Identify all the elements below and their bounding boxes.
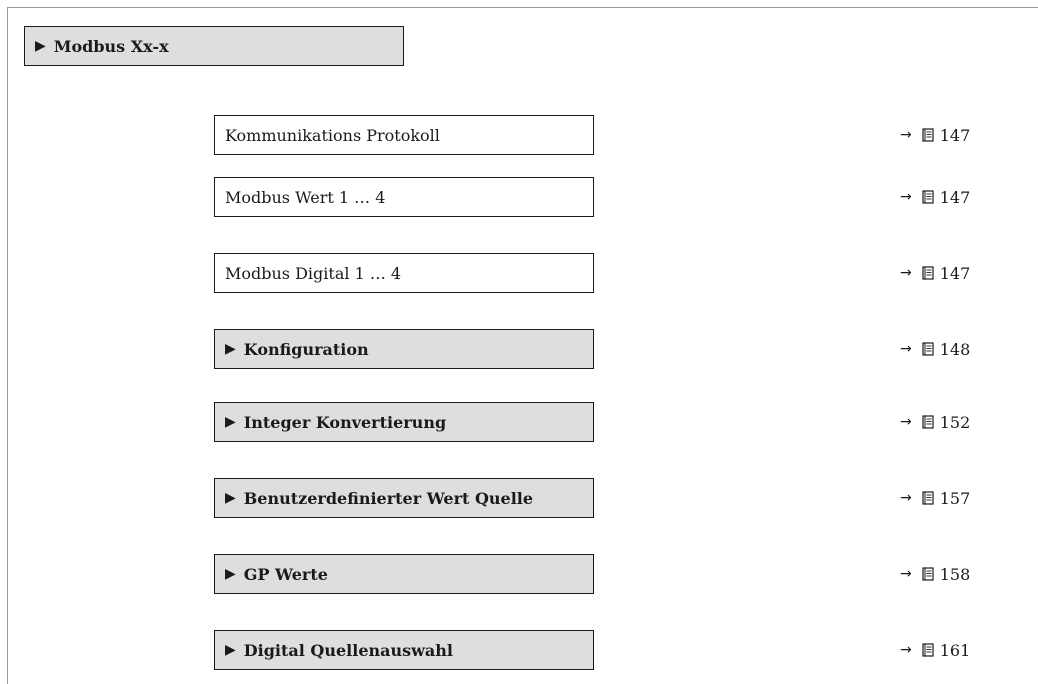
page-number: 148 (939, 339, 971, 359)
page-reference[interactable]: → 147 (900, 253, 970, 293)
page-reference[interactable]: → 158 (900, 554, 970, 594)
submenu-label: Digital Quellenauswahl (243, 640, 453, 660)
param-label: Kommunikations Protokoll (225, 125, 440, 145)
submenu-label: Konfiguration (243, 339, 369, 359)
triangle-right-icon: ▶ (225, 490, 236, 506)
submenu-benutzerdefinierter-wert-quelle[interactable]: ▶ Benutzerdefinierter Wert Quelle (214, 478, 594, 518)
page-reference[interactable]: → 152 (900, 402, 970, 442)
page-number: 161 (939, 640, 971, 660)
frame-left-border (7, 7, 8, 684)
submenu-label: GP Werte (243, 564, 328, 584)
arrow-right-icon: → (900, 414, 912, 430)
book-icon (922, 567, 934, 581)
book-icon (922, 266, 934, 280)
param-modbus-digital[interactable]: Modbus Digital 1 … 4 (214, 253, 594, 293)
frame-top-border (7, 7, 1038, 8)
triangle-right-icon: ▶ (225, 341, 236, 357)
menu-root-modbus[interactable]: ▶ Modbus Xx-x (24, 26, 404, 66)
submenu-label: Integer Konvertierung (243, 412, 447, 432)
arrow-right-icon: → (900, 127, 912, 143)
submenu-label: Benutzerdefinierter Wert Quelle (243, 488, 534, 508)
submenu-gp-werte[interactable]: ▶ GP Werte (214, 554, 594, 594)
book-icon (922, 415, 934, 429)
arrow-right-icon: → (900, 642, 912, 658)
book-icon (922, 491, 934, 505)
submenu-digital-quellenauswahl[interactable]: ▶ Digital Quellenauswahl (214, 630, 594, 670)
page-number: 147 (939, 125, 971, 145)
arrow-right-icon: → (900, 341, 912, 357)
param-label: Modbus Wert 1 … 4 (225, 187, 386, 207)
triangle-right-icon: ▶ (225, 566, 236, 582)
param-modbus-wert[interactable]: Modbus Wert 1 … 4 (214, 177, 594, 217)
triangle-right-icon: ▶ (35, 38, 46, 54)
triangle-right-icon: ▶ (225, 642, 236, 658)
page-number: 157 (939, 488, 971, 508)
book-icon (922, 643, 934, 657)
page-reference[interactable]: → 157 (900, 478, 970, 518)
page-number: 147 (939, 187, 971, 207)
param-label: Modbus Digital 1 … 4 (225, 263, 402, 283)
submenu-konfiguration[interactable]: ▶ Konfiguration (214, 329, 594, 369)
page-reference[interactable]: → 148 (900, 329, 970, 369)
book-icon (922, 342, 934, 356)
page-number: 147 (939, 263, 971, 283)
submenu-integer-konvertierung[interactable]: ▶ Integer Konvertierung (214, 402, 594, 442)
triangle-right-icon: ▶ (225, 414, 236, 430)
arrow-right-icon: → (900, 189, 912, 205)
book-icon (922, 190, 934, 204)
page-number: 158 (939, 564, 971, 584)
arrow-right-icon: → (900, 490, 912, 506)
book-icon (922, 128, 934, 142)
arrow-right-icon: → (900, 265, 912, 281)
page-reference[interactable]: → 147 (900, 177, 970, 217)
page-reference[interactable]: → 161 (900, 630, 970, 670)
param-kommunikations-protokoll[interactable]: Kommunikations Protokoll (214, 115, 594, 155)
page-reference[interactable]: → 147 (900, 115, 970, 155)
page-number: 152 (939, 412, 971, 432)
arrow-right-icon: → (900, 566, 912, 582)
menu-root-label: Modbus Xx-x (53, 36, 169, 56)
